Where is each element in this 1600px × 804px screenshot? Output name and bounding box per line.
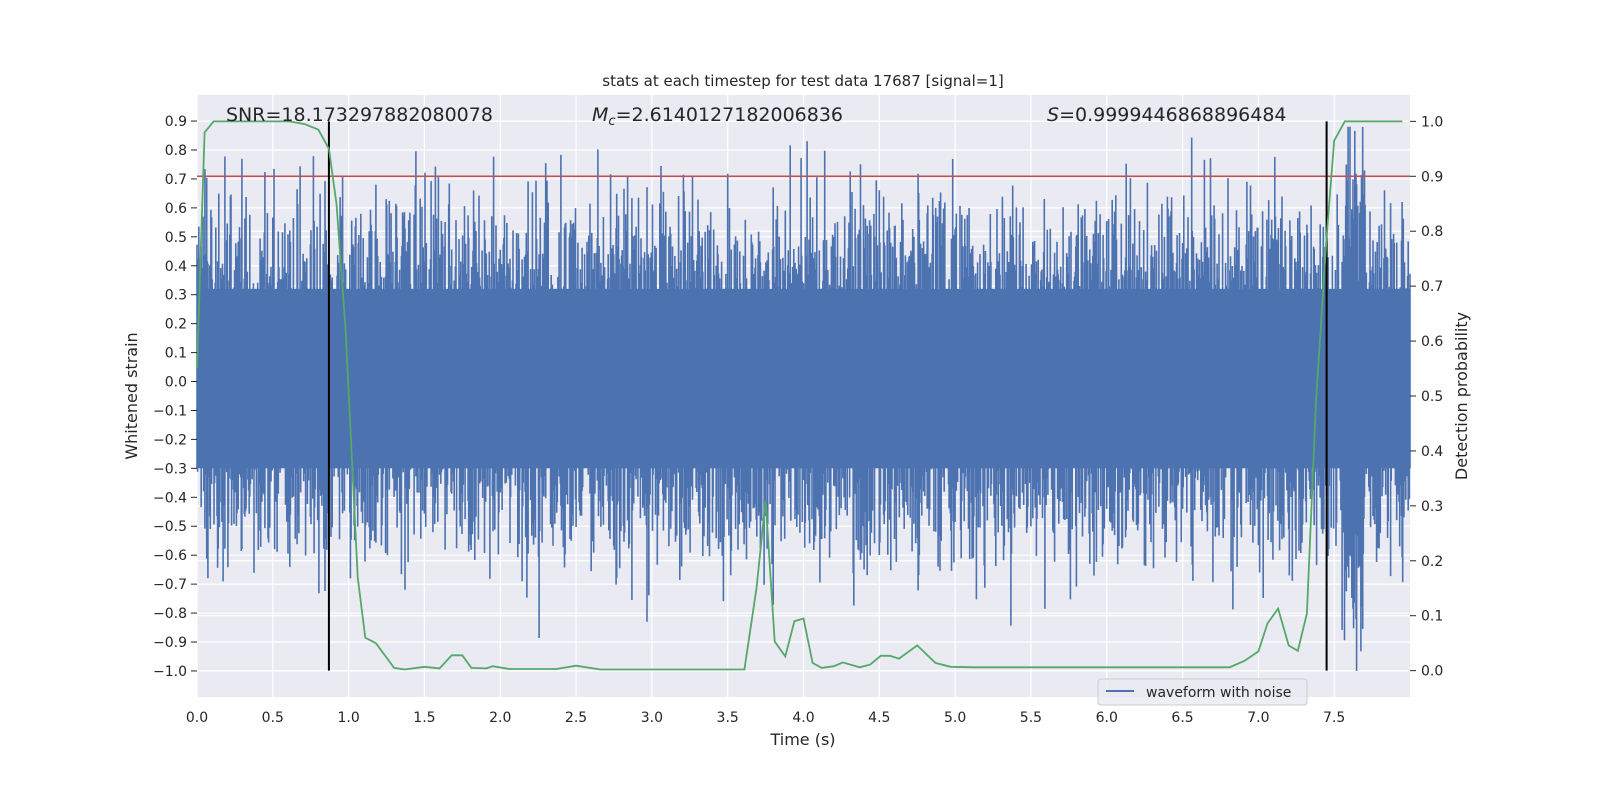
x-tick-label: 5.5: [1020, 710, 1042, 726]
s-symbol: S: [1047, 104, 1059, 126]
x-tick-label: 7.0: [1247, 710, 1269, 726]
y-right-tick-label: 0.5: [1421, 389, 1443, 405]
y-right-tick-label: 0.4: [1421, 444, 1443, 460]
y-axis-label: Whitened strain: [122, 332, 141, 459]
x-tick-label: 6.0: [1096, 710, 1118, 726]
chart-title: stats at each timestep for test data 176…: [602, 72, 1003, 90]
s-value: =0.9999446868896484: [1059, 104, 1286, 126]
y-tick-label: −0.7: [153, 577, 187, 593]
chart: stats at each timestep for test data 176…: [122, 72, 1471, 749]
y-tick-label: −0.5: [153, 519, 187, 535]
y-tick-label: 0.6: [165, 201, 187, 217]
legend: waveform with noise: [1097, 678, 1308, 706]
y-tick-label: −1.0: [153, 664, 187, 680]
y-tick-label: −0.9: [153, 635, 187, 651]
y-tick-label: 0.4: [165, 259, 187, 275]
y-tick-label: 0.5: [165, 230, 187, 246]
y-axis-right-label: Detection probability: [1452, 312, 1471, 480]
mc-annotation: Mc=2.6140127182006836: [592, 104, 843, 129]
y-tick-label: 0.2: [165, 317, 187, 333]
y-tick-label: −0.8: [153, 606, 187, 622]
mc-symbol: M: [592, 104, 608, 126]
x-tick-label: 3.0: [641, 710, 663, 726]
y-right-tick-label: 0.0: [1421, 664, 1443, 680]
x-tick-label: 1.0: [337, 710, 359, 726]
y-tick-label: −0.2: [153, 432, 187, 448]
x-tick-label: 0.0: [186, 710, 208, 726]
y-right-tick-label: 0.2: [1421, 554, 1443, 570]
y-tick-label: 0.8: [165, 143, 187, 159]
y-tick-label: 0.0: [165, 375, 187, 391]
y-right-tick-label: 0.3: [1421, 499, 1443, 515]
y-tick-label: −0.6: [153, 548, 187, 564]
y-right-tick-label: 0.9: [1421, 169, 1443, 185]
x-tick-label: 2.5: [565, 710, 587, 726]
x-tick-label: 7.5: [1323, 710, 1345, 726]
y-tick-label: 0.1: [165, 346, 187, 362]
y-tick-label: 0.7: [165, 172, 187, 188]
x-tick-label: 3.5: [717, 710, 739, 726]
x-tick-label: 1.5: [413, 710, 435, 726]
y-right-tick-label: 0.6: [1421, 334, 1443, 350]
y-right-tick-label: 0.7: [1421, 279, 1443, 295]
x-tick-label: 4.0: [792, 710, 814, 726]
y-tick-label: −0.4: [153, 490, 187, 506]
x-axis-label: Time (s): [769, 730, 835, 749]
legend-entry: waveform with noise: [1146, 685, 1291, 701]
y-tick-label: 0.9: [165, 114, 187, 130]
s-annotation: S=0.9999446868896484: [1047, 104, 1287, 126]
y-tick-label: −0.1: [153, 403, 187, 419]
mc-subscript: c: [608, 114, 615, 129]
y-right-tick-label: 0.1: [1421, 609, 1443, 625]
y-right-tick-label: 0.8: [1421, 224, 1443, 240]
x-tick-label: 0.5: [262, 710, 284, 726]
y-tick-label: −0.3: [153, 461, 187, 477]
y-right-tick-label: 1.0: [1421, 114, 1443, 130]
y-tick-label: 0.3: [165, 288, 187, 304]
snr-annotation: SNR=18.173297882080078: [226, 104, 493, 126]
x-tick-label: 4.5: [868, 710, 890, 726]
mc-value: =2.6140127182006836: [616, 104, 843, 126]
x-tick-label: 6.5: [1171, 710, 1193, 726]
x-tick-label: 2.0: [489, 710, 511, 726]
x-tick-label: 5.0: [944, 710, 966, 726]
